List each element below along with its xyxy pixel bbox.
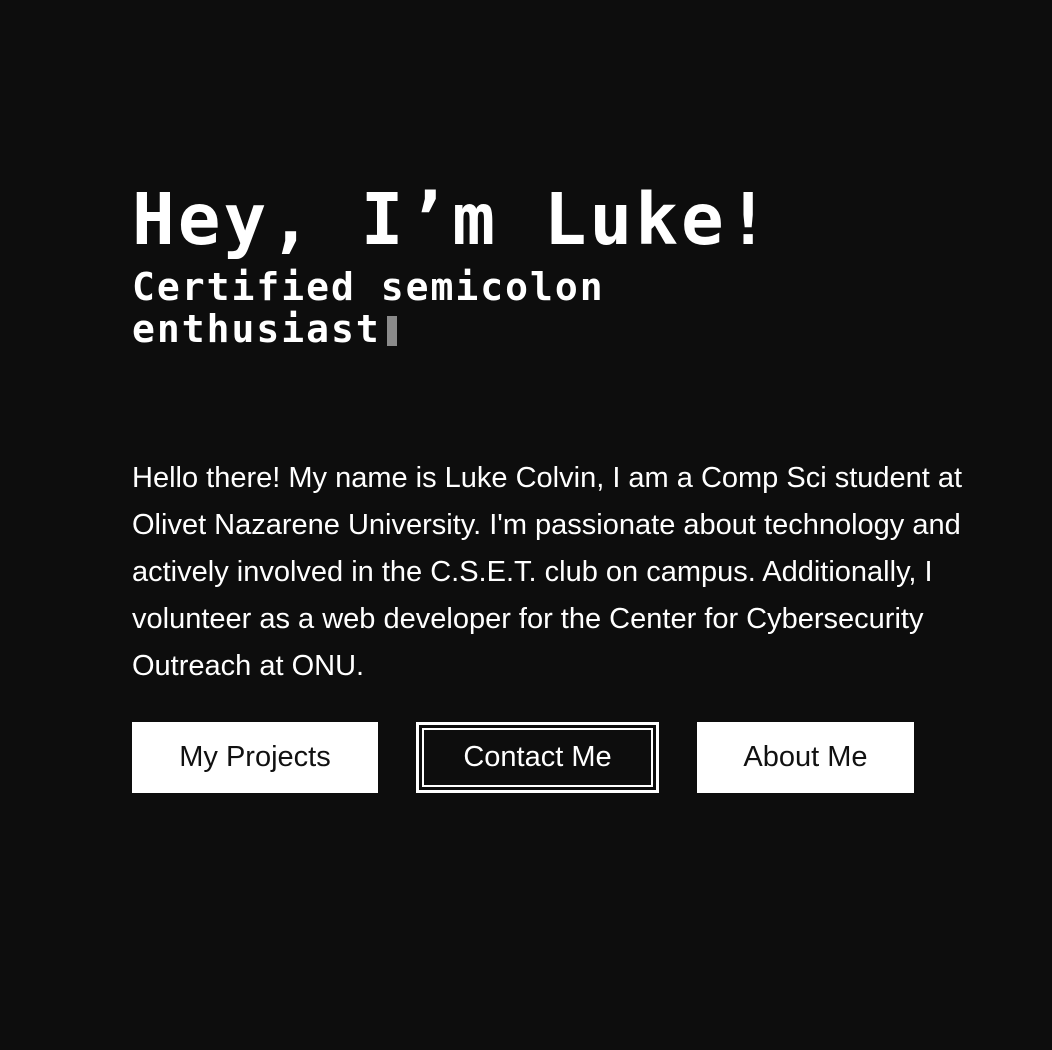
about-me-button[interactable]: About Me bbox=[697, 722, 914, 793]
action-buttons: My Projects Contact Me About Me bbox=[132, 722, 914, 793]
my-projects-button[interactable]: My Projects bbox=[132, 722, 378, 793]
typing-cursor bbox=[386, 316, 397, 346]
tagline: Certified semicolon enthusiast bbox=[132, 266, 832, 350]
bio-paragraph: Hello there! My name is Luke Colvin, I a… bbox=[132, 462, 963, 682]
tagline-text: Certified semicolon enthusiast bbox=[132, 265, 605, 351]
hero-section: Hey, I’m Luke! Certified semicolon enthu… bbox=[132, 178, 1012, 350]
contact-me-button[interactable]: Contact Me bbox=[416, 722, 659, 793]
page-title: Hey, I’m Luke! bbox=[132, 178, 773, 261]
page: Hey, I’m Luke! Certified semicolon enthu… bbox=[0, 0, 1052, 1050]
